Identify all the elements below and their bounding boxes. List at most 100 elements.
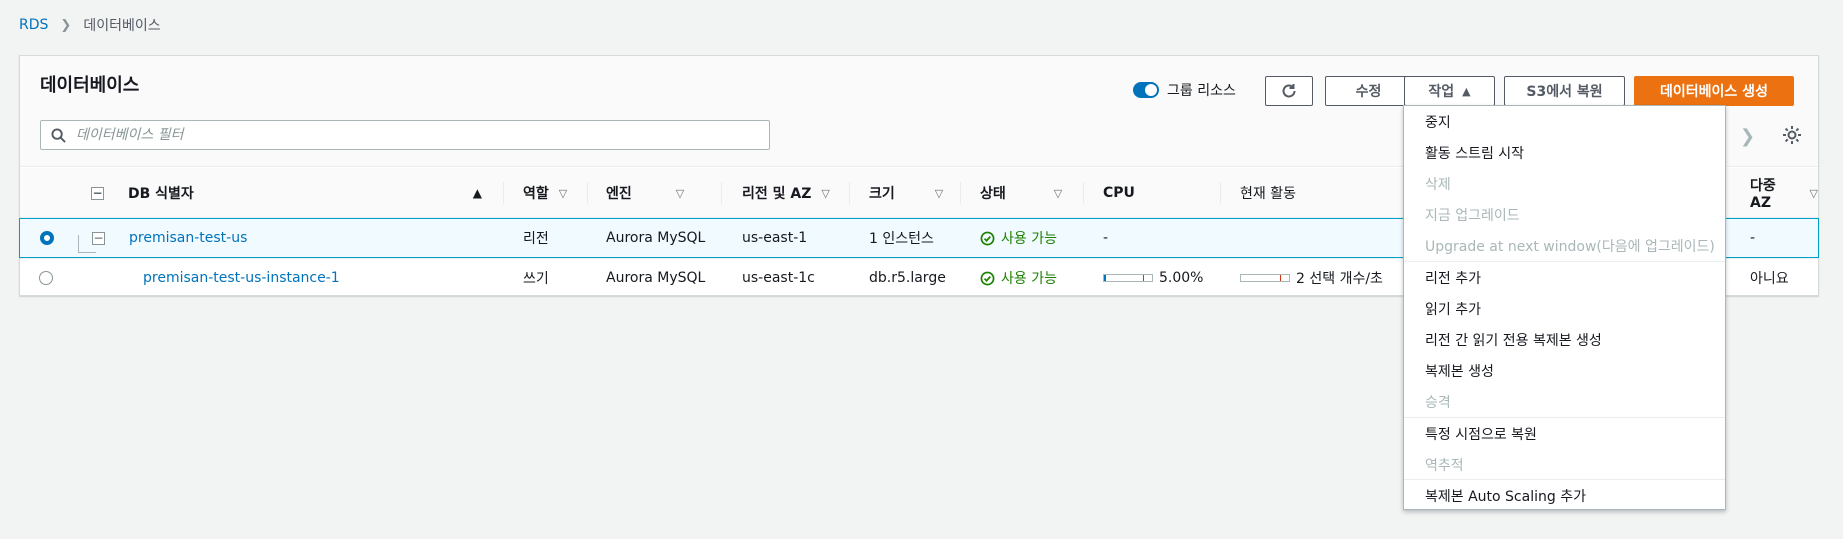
create-database-button[interactable]: 데이터베이스 생성: [1634, 76, 1794, 106]
db-identifier-link[interactable]: premisan-test-us: [129, 219, 247, 257]
column-divider: [503, 182, 504, 204]
column-divider: [849, 182, 850, 204]
menu-item[interactable]: 중지: [1404, 106, 1725, 137]
search-icon: [51, 127, 66, 143]
status-text: 사용 가능: [1001, 231, 1057, 247]
activity-value: 2 선택 개수/초: [1296, 271, 1383, 287]
refresh-button[interactable]: [1265, 76, 1313, 106]
chevron-right-icon: ❯: [60, 17, 72, 33]
status-badge: 사용 가능: [980, 219, 1057, 257]
status-badge: 사용 가능: [980, 259, 1057, 297]
db-identifier-link[interactable]: premisan-test-us-instance-1: [143, 259, 340, 297]
role-cell: 쓰기: [523, 271, 549, 287]
column-role[interactable]: 역할 ▽: [523, 168, 567, 218]
engine-cell: Aurora MySQL: [606, 270, 706, 286]
region-cell: us-east-1c: [742, 270, 815, 286]
column-label: DB 식별자: [128, 186, 194, 202]
column-divider: [1083, 182, 1084, 204]
column-multi-az[interactable]: 다중 AZ ▽: [1750, 168, 1818, 218]
menu-item: 지금 업그레이드: [1425, 207, 1520, 224]
sort-icon: ▽: [821, 186, 830, 200]
menu-item[interactable]: 특정 시점으로 복원: [1404, 418, 1725, 449]
breadcrumb-rds-link[interactable]: RDS: [19, 17, 48, 33]
menu-item[interactable]: 활동 스트림 시작: [1404, 137, 1725, 168]
column-label: 리전 및 AZ: [742, 186, 812, 202]
column-divider: [721, 182, 722, 204]
role-cell: 리전: [523, 231, 549, 247]
radio-unchecked-icon: [39, 271, 53, 285]
activity-meter-threshold: [1280, 275, 1281, 281]
menu-item[interactable]: 리전 추가: [1404, 262, 1725, 293]
toggle-switch[interactable]: [1133, 82, 1159, 98]
column-label: 크기: [869, 186, 895, 202]
menu-item: 역추적: [1425, 457, 1464, 474]
actions-label: 작업: [1428, 84, 1455, 100]
minus-icon: −: [91, 186, 104, 200]
menu-item[interactable]: 리전 간 읽기 전용 복제본 생성: [1404, 324, 1725, 355]
activity-cell: 2 선택 개수/초: [1240, 259, 1383, 297]
page-title: 데이터베이스: [40, 75, 140, 96]
menu-item: 승격: [1425, 394, 1451, 411]
column-divider: [1220, 182, 1221, 204]
actions-dropdown-menu: 중지 활동 스트림 시작삭제지금 업그레이드 Upgrade at next win…: [1403, 105, 1726, 510]
edit-button[interactable]: 수정: [1325, 76, 1412, 106]
region-cell: us-east-1: [742, 230, 808, 246]
menu-item: Upgrade at next window(다음에 업그레이드): [1425, 238, 1715, 255]
cpu-cell: 5.00%: [1103, 259, 1203, 297]
column-label: 엔진: [606, 186, 632, 202]
sort-icon: ▽: [558, 186, 568, 200]
cpu-meter-fill: [1104, 275, 1106, 281]
sort-icon: ▽: [1809, 186, 1818, 200]
column-size[interactable]: 크기 ▽: [869, 168, 943, 218]
menu-divider: [1404, 261, 1725, 262]
sort-icon: ▽: [934, 186, 944, 200]
row-select-radio[interactable]: [39, 259, 53, 297]
column-status[interactable]: 상태 ▽: [980, 168, 1062, 218]
column-divider: [960, 182, 961, 204]
search-input[interactable]: [76, 127, 756, 143]
column-cpu[interactable]: CPU: [1103, 168, 1135, 218]
breadcrumb-current: 데이터베이스: [83, 18, 161, 34]
multi-az-cell: 아니요: [1750, 271, 1789, 287]
breadcrumb: RDS ❯ 데이터베이스: [19, 15, 161, 35]
column-region-az[interactable]: 리전 및 AZ ▽: [742, 168, 830, 218]
column-current-activity[interactable]: 현재 활동: [1240, 168, 1296, 218]
column-engine[interactable]: 엔진 ▽: [606, 168, 684, 218]
size-cell: db.r5.large: [869, 270, 946, 286]
restore-from-s3-button[interactable]: S3에서 복원: [1504, 76, 1625, 106]
caret-up-icon: ▲: [1462, 84, 1471, 98]
database-filter[interactable]: [40, 120, 770, 150]
engine-cell: Aurora MySQL: [606, 230, 706, 246]
menu-item[interactable]: 복제본 Auto Scaling 추가: [1404, 480, 1725, 511]
menu-item[interactable]: 읽기 추가: [1404, 293, 1725, 324]
sort-icon: ▽: [1053, 186, 1063, 200]
size-cell: 1 인스턴스: [869, 231, 934, 247]
next-page-icon[interactable]: ❯: [1740, 126, 1755, 147]
group-resources-label: 그룹 리소스: [1167, 83, 1236, 99]
actions-button[interactable]: 작업 ▲: [1404, 76, 1495, 106]
menu-divider: [1404, 417, 1725, 418]
menu-item[interactable]: 복제본 생성: [1404, 355, 1725, 386]
refresh-icon: [1282, 84, 1296, 98]
column-label: 상태: [980, 186, 1006, 202]
check-circle-icon: [980, 271, 995, 285]
column-label: 다중 AZ: [1750, 178, 1776, 211]
cpu-meter: [1103, 274, 1153, 282]
group-resources-toggle[interactable]: 그룹 리소스: [1133, 80, 1236, 100]
cpu-meter-threshold: [1143, 275, 1144, 281]
menu-item: 삭제: [1425, 176, 1451, 193]
select-all-checkbox[interactable]: −: [91, 168, 104, 218]
tree-connector: [78, 235, 96, 253]
radio-checked-icon: [40, 231, 54, 245]
row-select-radio[interactable]: [40, 219, 54, 257]
multi-az-cell: -: [1750, 230, 1756, 246]
check-circle-icon: [980, 231, 995, 245]
cpu-cell: -: [1103, 230, 1109, 246]
column-divider: [587, 182, 588, 204]
column-label: 역할: [523, 186, 549, 202]
menu-divider: [1404, 479, 1725, 480]
sort-icon: ▽: [675, 186, 685, 200]
cpu-value: 5.00%: [1159, 270, 1204, 286]
column-db-identifier[interactable]: DB 식별자 ▲: [128, 168, 482, 218]
gear-icon[interactable]: [1780, 123, 1804, 147]
